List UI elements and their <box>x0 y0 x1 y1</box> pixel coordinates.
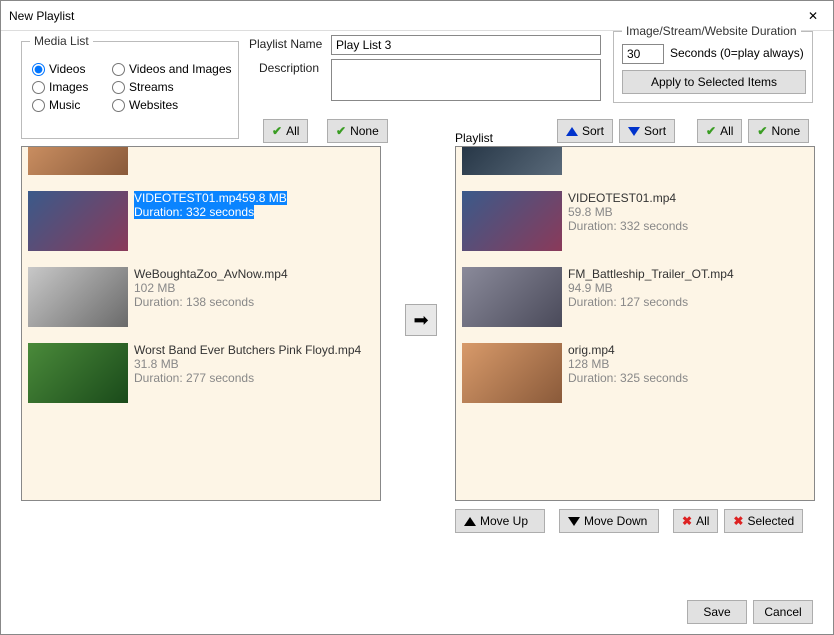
move-up-button[interactable]: Move Up <box>455 509 545 533</box>
radio-images[interactable]: Images <box>32 80 88 94</box>
playlist-label: Playlist <box>455 131 493 145</box>
playlist-name-label: Playlist Name <box>249 37 322 51</box>
remove-selected-button[interactable]: ✖Selected <box>724 509 803 533</box>
list-item[interactable]: VIDEOTEST01.mp459.8 MBDuration: 332 seco… <box>22 183 380 259</box>
item-meta: VIDEOTEST01.mp459.8 MBDuration: 332 seco… <box>134 191 374 251</box>
triangle-up-icon <box>566 127 578 136</box>
playlist-none-button[interactable]: ✔None <box>748 119 809 143</box>
item-size: 59.8 MB <box>242 191 287 205</box>
save-button[interactable]: Save <box>687 600 747 624</box>
item-duration: Duration: 277 seconds <box>134 371 374 385</box>
item-duration: Duration: 332 seconds <box>568 219 808 233</box>
duration-unit: Seconds (0=play always) <box>670 46 804 60</box>
content-area: Media List Videos Images Music Videos an… <box>1 31 833 634</box>
triangle-down-icon <box>568 517 580 526</box>
duration-group: Image/Stream/Website Duration Seconds (0… <box>613 31 813 103</box>
duration-legend: Image/Stream/Website Duration <box>622 24 801 38</box>
item-duration: Duration: 138 seconds <box>134 295 374 309</box>
list-item[interactable]: WeBoughtaZoo_AvNow.mp4102 MBDuration: 13… <box>22 259 380 335</box>
media-none-button[interactable]: ✔None <box>327 119 388 143</box>
list-item[interactable]: orig.mp4128 MBDuration: 325 seconds <box>456 335 814 411</box>
duration-input[interactable] <box>622 44 664 64</box>
triangle-down-icon <box>628 127 640 136</box>
item-size: 102 MB <box>134 281 374 295</box>
item-name: VIDEOTEST01.mp4 <box>568 191 808 205</box>
playlist-listbox[interactable]: 7.37 MBDuration: 7 seconds VIDEOTEST01.mp… <box>455 146 815 501</box>
thumbnail <box>462 191 562 251</box>
arrow-right-icon: ➡ <box>413 310 428 331</box>
description-label: Description <box>259 61 319 75</box>
radio-music[interactable]: Music <box>32 98 88 112</box>
move-down-button[interactable]: Move Down <box>559 509 659 533</box>
item-size: 59.8 MB <box>568 205 808 219</box>
item-meta: VIDEOTEST01.mp459.8 MBDuration: 332 seco… <box>568 191 808 251</box>
playlist-name-input[interactable] <box>331 35 601 55</box>
check-icon: ✔ <box>706 124 716 138</box>
thumbnail <box>462 267 562 327</box>
item-meta: WeBoughtaZoo_AvNow.mp4102 MBDuration: 13… <box>134 267 374 327</box>
list-item[interactable]: 7.37 MBDuration: 7 seconds <box>456 146 814 183</box>
thumbnail <box>28 343 128 403</box>
item-name: WeBoughtaZoo_AvNow.mp4 <box>134 267 374 281</box>
window-title: New Playlist <box>9 9 801 23</box>
check-icon: ✔ <box>757 124 767 138</box>
list-item[interactable]: VIDEOTEST01.mp459.8 MBDuration: 332 seco… <box>456 183 814 259</box>
apply-duration-button[interactable]: Apply to Selected Items <box>622 70 806 94</box>
media-all-button[interactable]: ✔All <box>263 119 308 143</box>
list-item[interactable]: FM_Battleship_Trailer_OT.mp494.9 MBDurat… <box>456 259 814 335</box>
sort-desc-button[interactable]: Sort <box>619 119 675 143</box>
item-size: 128 MB <box>568 357 808 371</box>
new-playlist-window: New Playlist ✕ Media List Videos Images … <box>0 0 834 635</box>
list-item[interactable]: Worst Band Ever Butchers Pink Floyd.mp43… <box>22 335 380 411</box>
radio-videos[interactable]: Videos <box>32 62 88 76</box>
media-listbox[interactable]: 128 MBDuration: 325 seconds VIDEOTEST01.m… <box>21 146 381 501</box>
item-meta: FM_Battleship_Trailer_OT.mp494.9 MBDurat… <box>568 267 808 327</box>
item-name: orig.mp4 <box>568 343 808 357</box>
item-duration: Duration: 325 seconds <box>568 371 808 385</box>
close-icon[interactable]: ✕ <box>801 4 825 28</box>
triangle-up-icon <box>464 517 476 526</box>
item-size: 31.8 MB <box>134 357 374 371</box>
media-list-group: Media List Videos Images Music Videos an… <box>21 41 239 139</box>
remove-all-button[interactable]: ✖All <box>673 509 718 533</box>
radio-websites[interactable]: Websites <box>112 98 232 112</box>
item-name: VIDEOTEST01.mp4 <box>134 191 242 205</box>
item-meta: 128 MBDuration: 325 seconds <box>134 146 374 175</box>
list-item[interactable]: 128 MBDuration: 325 seconds <box>22 146 380 183</box>
media-list-legend: Media List <box>30 34 93 48</box>
add-to-playlist-button[interactable]: ➡ <box>405 304 437 336</box>
x-icon: ✖ <box>733 514 743 528</box>
item-meta: 7.37 MBDuration: 7 seconds <box>568 146 808 175</box>
item-name: Worst Band Ever Butchers Pink Floyd.mp4 <box>134 343 374 357</box>
item-duration: Duration: 127 seconds <box>568 295 808 309</box>
description-input[interactable] <box>331 59 601 101</box>
check-icon: ✔ <box>272 124 282 138</box>
radio-videos-images[interactable]: Videos and Images <box>112 62 232 76</box>
x-icon: ✖ <box>682 514 692 528</box>
playlist-all-button[interactable]: ✔All <box>697 119 742 143</box>
thumbnail <box>28 146 128 175</box>
thumbnail <box>462 343 562 403</box>
thumbnail <box>28 191 128 251</box>
check-icon: ✔ <box>336 124 346 138</box>
item-name: FM_Battleship_Trailer_OT.mp4 <box>568 267 808 281</box>
item-meta: Worst Band Ever Butchers Pink Floyd.mp43… <box>134 343 374 403</box>
thumbnail <box>462 146 562 175</box>
item-meta: orig.mp4128 MBDuration: 325 seconds <box>568 343 808 403</box>
cancel-button[interactable]: Cancel <box>753 600 813 624</box>
thumbnail <box>28 267 128 327</box>
radio-streams[interactable]: Streams <box>112 80 232 94</box>
sort-asc-button[interactable]: Sort <box>557 119 613 143</box>
item-duration: Duration: 332 seconds <box>134 205 254 219</box>
item-size: 94.9 MB <box>568 281 808 295</box>
